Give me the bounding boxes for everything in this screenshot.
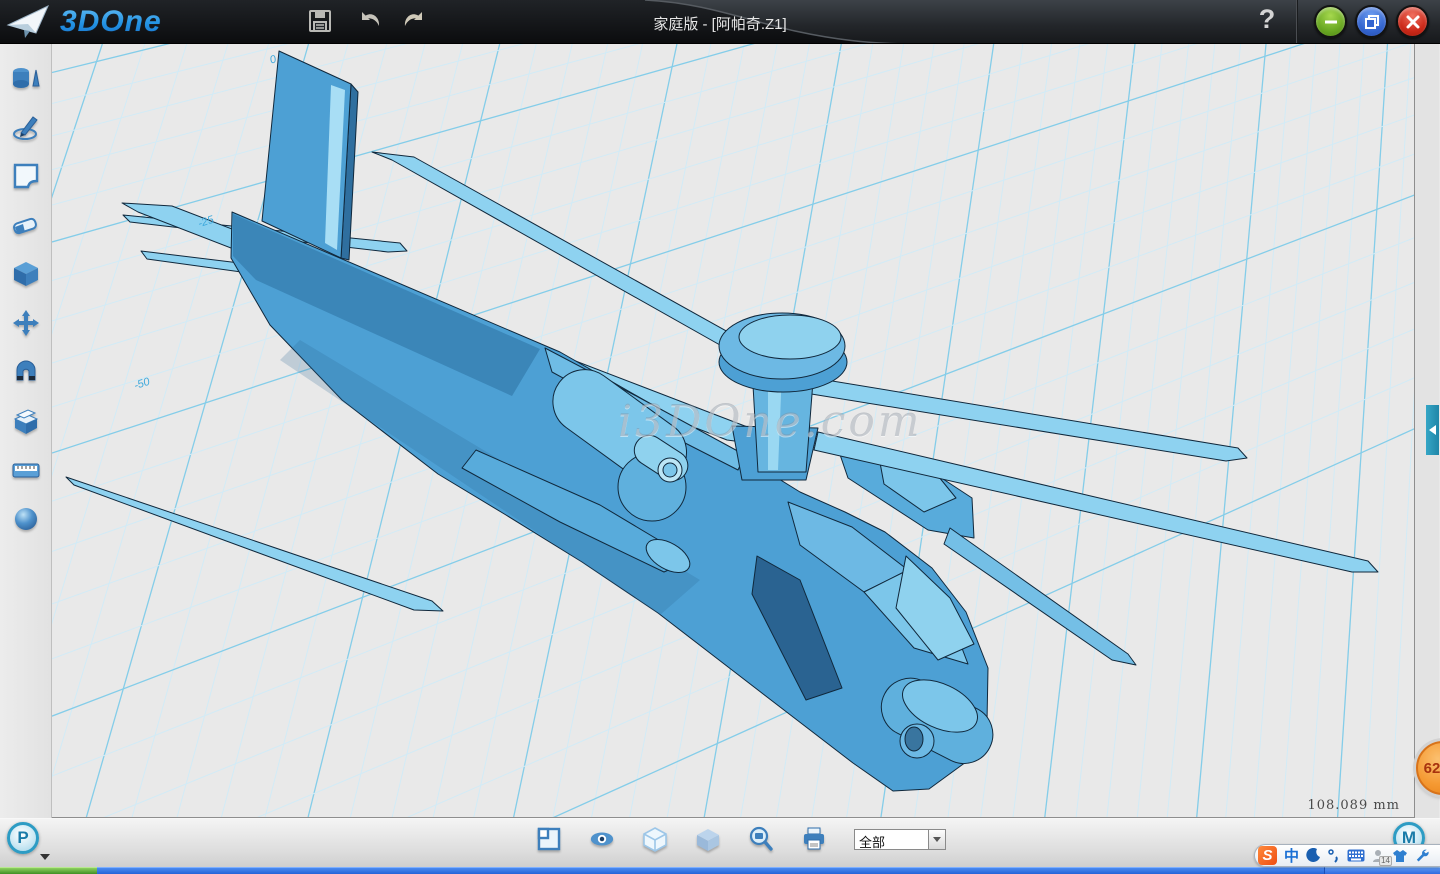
redo-icon[interactable]	[401, 6, 431, 36]
ime-language-toggle[interactable]: 中	[1284, 845, 1299, 866]
special-feature-box-icon[interactable]	[9, 405, 43, 437]
right-panel-strip	[1415, 44, 1439, 818]
ime-user-badge: 14	[1379, 856, 1392, 866]
shaded-cube-icon[interactable]	[695, 826, 721, 852]
wireframe-cube-icon[interactable]	[642, 826, 668, 852]
close-button[interactable]	[1396, 5, 1429, 38]
material-sphere-icon[interactable]	[9, 503, 43, 535]
magnet-snap-icon[interactable]	[9, 356, 43, 388]
taskbar-start-edge[interactable]	[0, 867, 97, 874]
ime-fullhalf-moon-icon[interactable]	[1306, 848, 1321, 863]
notification-count: 62	[1424, 760, 1440, 777]
sketch-draw-icon[interactable]	[9, 111, 43, 143]
eraser-icon[interactable]	[9, 209, 43, 241]
chevron-left-icon	[1429, 425, 1436, 435]
undo-icon[interactable]	[353, 6, 383, 36]
left-toolbar	[0, 44, 52, 818]
viewport-3d[interactable]: 0 -25 -50 i3DOne.com 108.089 mm	[52, 44, 1415, 818]
help-button[interactable]: ?	[1252, 4, 1282, 38]
display-filter-value[interactable]: 全部	[854, 829, 928, 850]
titlebar-separator	[1296, 0, 1297, 44]
brand-name: 3DOne	[60, 5, 162, 39]
taskbar-tray-edge	[1324, 867, 1440, 874]
visibility-eye-icon[interactable]	[589, 826, 615, 852]
window-title: 家庭版 - [阿帕奇.Z1]	[0, 13, 1440, 34]
view-plane-icon[interactable]	[536, 826, 562, 852]
ime-user-icon[interactable]: 14	[1372, 849, 1385, 863]
zoom-camera-icon[interactable]	[748, 826, 774, 852]
solid-cube-icon[interactable]	[9, 258, 43, 290]
left-mode-button[interactable]: P	[7, 822, 39, 854]
ime-punctuation-icon[interactable]	[1328, 848, 1340, 863]
move-transform-icon[interactable]	[9, 307, 43, 339]
display-filter-dropdown[interactable]: 全部	[854, 829, 946, 850]
left-mode-dropdown-caret[interactable]	[40, 854, 50, 860]
measure-icon[interactable]	[9, 454, 43, 486]
ime-language-bar: S 中 14	[1254, 844, 1440, 867]
taskbar-edge	[0, 867, 1440, 874]
ime-skin-tshirt-icon[interactable]	[1392, 849, 1408, 863]
sogou-logo-icon[interactable]: S	[1258, 846, 1277, 865]
panel-expander-button[interactable]	[1426, 405, 1439, 455]
paper-plane-logo-icon	[6, 3, 52, 41]
watermark: i3DOne.com	[618, 396, 923, 447]
title-bar: 3DOne 家庭版 - [阿帕奇.Z1] ?	[0, 0, 1440, 44]
measurement-readout: 108.089 mm	[1307, 798, 1400, 813]
taskbar-body-edge	[97, 867, 1324, 874]
ime-settings-wrench-icon[interactable]	[1415, 848, 1430, 863]
minimize-button[interactable]	[1314, 5, 1347, 38]
primitive-shapes-icon[interactable]	[9, 62, 43, 94]
restore-button[interactable]	[1355, 5, 1388, 38]
save-icon[interactable]	[305, 6, 335, 36]
print-icon[interactable]	[801, 826, 827, 852]
dropdown-arrow-icon[interactable]	[928, 829, 946, 850]
sketch-plane-icon[interactable]	[9, 160, 43, 192]
bottom-toolbar: P 全部 M	[0, 818, 1440, 867]
ime-keyboard-icon[interactable]	[1347, 849, 1365, 862]
